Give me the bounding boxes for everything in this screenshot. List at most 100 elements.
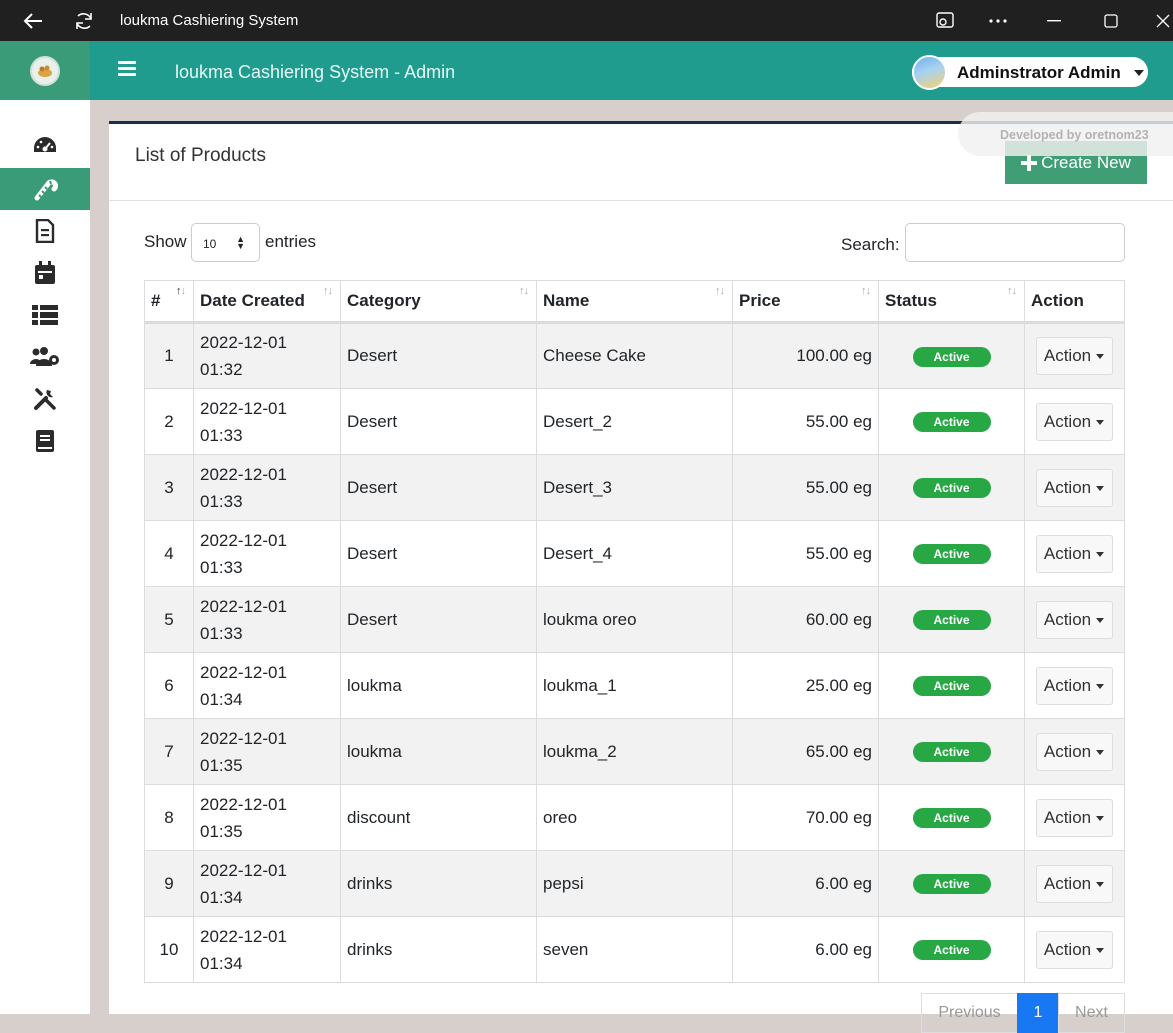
- row-number: 10: [144, 916, 194, 983]
- pagination-current[interactable]: 1: [1017, 993, 1059, 1033]
- action-cell: Action: [1024, 850, 1125, 917]
- date-created-cell: 2022-12-01 01:33: [193, 454, 341, 521]
- sidebar-brand[interactable]: [0, 41, 90, 100]
- action-label: Action: [1043, 477, 1092, 497]
- action-dropdown-button[interactable]: Action: [1036, 666, 1113, 705]
- product-name-cell: seven: [536, 916, 733, 983]
- category-cell: Desert: [340, 454, 537, 521]
- column-header-date[interactable]: Date Created ↑↓: [193, 280, 341, 324]
- refresh-icon[interactable]: [61, 0, 107, 41]
- product-name-cell: Cheese Cake: [536, 322, 733, 389]
- date-value: 2022-12-01: [200, 464, 287, 484]
- search-input[interactable]: [905, 223, 1125, 262]
- sidebar-item-products[interactable]: [0, 168, 90, 210]
- action-dropdown-button[interactable]: Action: [1036, 600, 1113, 639]
- date-value: 2022-12-01: [200, 794, 287, 814]
- more-options-icon[interactable]: [975, 0, 1021, 41]
- action-label: Action: [1043, 741, 1092, 761]
- date-created-cell: 2022-12-01 01:34: [193, 916, 341, 983]
- minimize-icon[interactable]: [1031, 0, 1077, 41]
- category-cell: Desert: [340, 322, 537, 389]
- time-value: 01:34: [200, 689, 243, 709]
- column-header-number[interactable]: # ↑↓: [144, 280, 194, 324]
- action-dropdown-button[interactable]: Action: [1036, 798, 1113, 837]
- sidebar-item-users[interactable]: [0, 336, 90, 378]
- action-cell: Action: [1024, 454, 1125, 521]
- column-header-price[interactable]: Price ↑↓: [732, 280, 879, 324]
- status-cell: Active: [878, 850, 1025, 917]
- back-icon[interactable]: [10, 0, 56, 41]
- action-dropdown-button[interactable]: Action: [1036, 402, 1113, 441]
- action-label: Action: [1043, 411, 1092, 431]
- action-label: Action: [1043, 609, 1092, 629]
- product-name-cell: Desert_4: [536, 520, 733, 587]
- entries-value: 10: [203, 237, 217, 251]
- action-cell: Action: [1024, 652, 1125, 719]
- sidebar-item-calendar[interactable]: [0, 252, 90, 294]
- table-row: 8 2022-12-01 01:35 discount oreo 70.00 eg Acti…: [144, 784, 1125, 851]
- search-label: Search:: [841, 235, 900, 254]
- date-value: 2022-12-01: [200, 728, 287, 748]
- date-created-cell: 2022-12-01 01:34: [193, 652, 341, 719]
- pagination-next[interactable]: Next: [1058, 993, 1125, 1033]
- row-number: 5: [144, 586, 194, 653]
- sidebar-item-list[interactable]: [0, 294, 90, 336]
- action-dropdown-button[interactable]: Action: [1036, 930, 1113, 969]
- caret-down-icon: [1096, 485, 1104, 491]
- menu-toggle-icon[interactable]: [118, 61, 136, 77]
- page-title: List of Products: [135, 145, 266, 166]
- category-cell: loukma: [340, 718, 537, 785]
- user-menu-button[interactable]: Adminstrator Admin: [912, 55, 1148, 90]
- action-cell: Action: [1024, 916, 1125, 983]
- status-badge: Active: [912, 808, 991, 828]
- close-icon[interactable]: [1140, 0, 1173, 41]
- pagination-previous[interactable]: Previous: [921, 993, 1018, 1033]
- time-value: 01:35: [200, 755, 243, 775]
- book-icon: [36, 430, 54, 452]
- action-dropdown-button[interactable]: Action: [1036, 468, 1113, 507]
- row-number: 4: [144, 520, 194, 587]
- cast-icon[interactable]: [922, 0, 968, 41]
- price-cell: 55.00 eg: [732, 454, 879, 521]
- date-value: 2022-12-01: [200, 530, 287, 550]
- sidebar-item-orders[interactable]: [0, 210, 90, 252]
- action-cell: Action: [1024, 586, 1125, 653]
- price-cell: 55.00 eg: [732, 520, 879, 587]
- caret-down-icon: [1096, 749, 1104, 755]
- row-number: 3: [144, 454, 194, 521]
- user-name: Adminstrator Admin: [957, 63, 1121, 82]
- column-header-status[interactable]: Status ↑↓: [878, 280, 1025, 324]
- caret-down-icon: [1096, 354, 1104, 359]
- action-dropdown-button[interactable]: Action: [1036, 864, 1113, 903]
- maximize-icon[interactable]: [1088, 0, 1134, 41]
- sort-icon: ↑↓: [323, 285, 333, 297]
- calendar-icon: [35, 261, 55, 284]
- caret-down-icon: [1096, 419, 1104, 425]
- avatar: [912, 55, 947, 90]
- action-dropdown-button[interactable]: Action: [1036, 732, 1113, 771]
- date-created-cell: 2022-12-01 01:33: [193, 520, 341, 587]
- sort-icon: ↑↓: [519, 285, 529, 297]
- status-badge: Active: [912, 874, 991, 894]
- action-dropdown-button[interactable]: Action: [1036, 534, 1113, 573]
- status-badge: Active: [912, 346, 991, 367]
- sidebar-item-reports[interactable]: [0, 420, 90, 462]
- action-cell: Action: [1024, 520, 1125, 587]
- status-badge: Active: [912, 742, 991, 762]
- action-dropdown-button[interactable]: Action: [1036, 337, 1113, 375]
- time-value: 01:35: [200, 821, 243, 841]
- status-badge: Active: [912, 610, 991, 630]
- sidebar: [0, 100, 90, 1014]
- sidebar-item-dashboard[interactable]: [0, 125, 90, 167]
- time-value: 01:33: [200, 623, 243, 643]
- entries-select[interactable]: 10 ▲ ▼: [191, 223, 260, 262]
- brand-logo-icon: [30, 55, 60, 86]
- action-label: Action: [1043, 543, 1092, 563]
- window-title: loukma Cashiering System: [120, 12, 299, 29]
- price-cell: 6.00 eg: [732, 850, 879, 917]
- column-header-name[interactable]: Name ↑↓: [536, 280, 733, 324]
- sidebar-item-settings[interactable]: [0, 378, 90, 420]
- sort-icon: ↑↓: [1007, 285, 1017, 297]
- column-header-category[interactable]: Category ↑↓: [340, 280, 537, 324]
- table-row: 6 2022-12-01 01:34 loukma loukma_1 25.00 eg Ac…: [144, 652, 1125, 719]
